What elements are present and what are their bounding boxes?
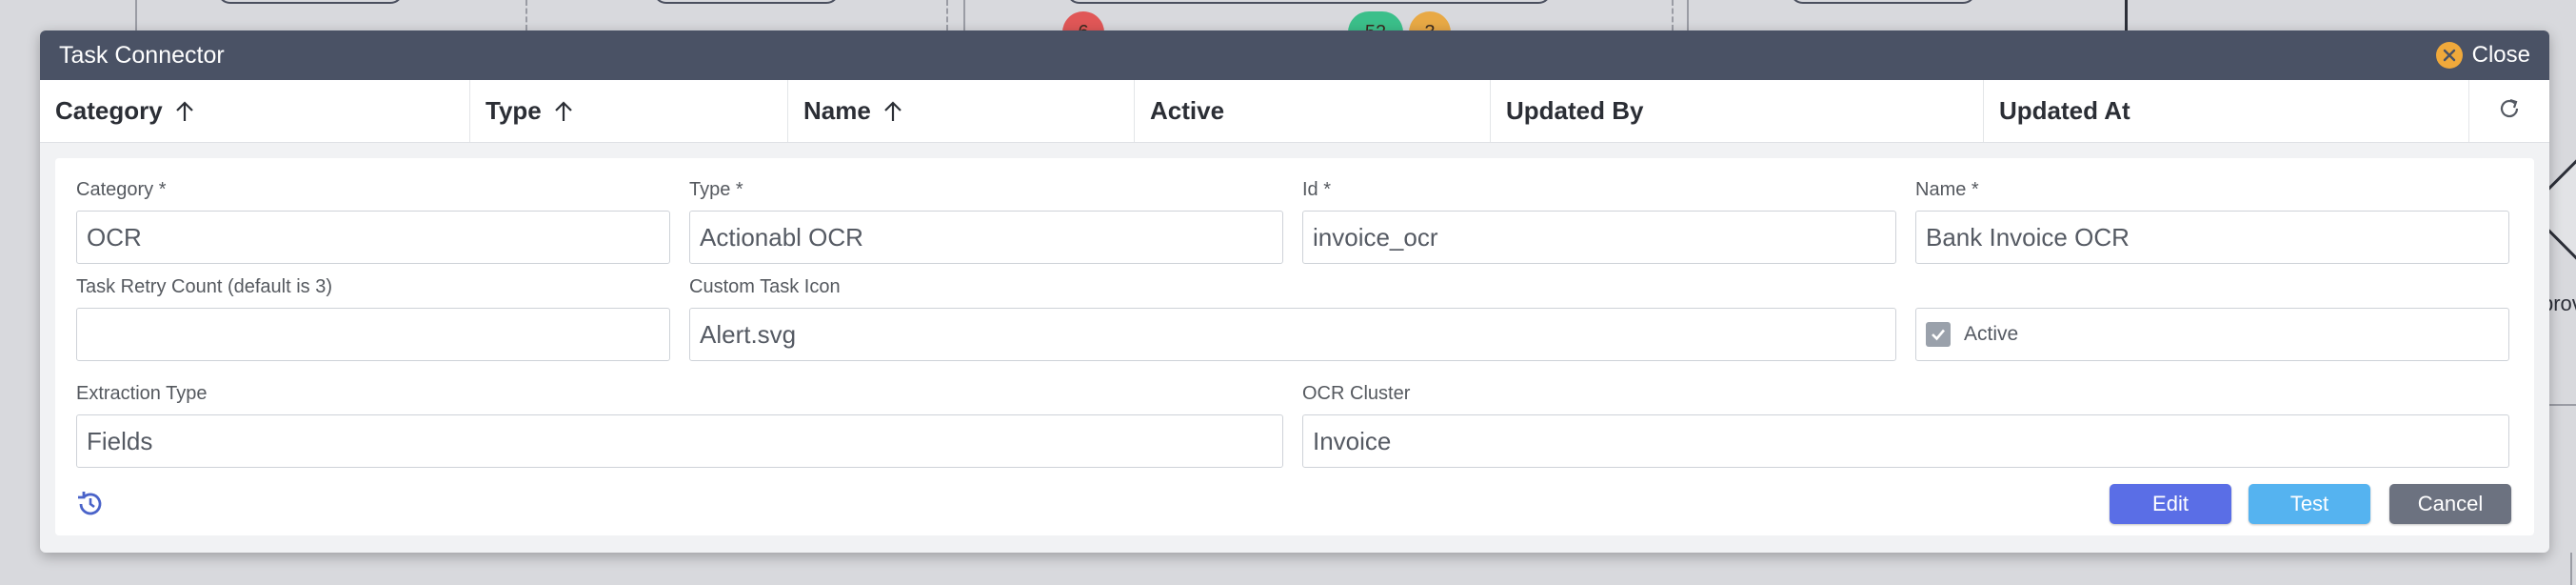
id-field-group: Id * invoice_ocr [1302, 179, 1896, 264]
type-input[interactable]: Actionabl OCR [689, 211, 1283, 264]
column-label: Updated By [1506, 96, 1644, 125]
modal-title: Task Connector [59, 41, 225, 69]
workflow-node[interactable] [217, 0, 404, 4]
name-label: Name * [1915, 179, 1979, 200]
sort-ascending-icon[interactable] [553, 100, 574, 123]
edit-button[interactable]: Edit [2110, 484, 2231, 524]
category-input[interactable]: OCR [76, 211, 670, 264]
name-input[interactable]: Bank Invoice OCR [1915, 211, 2509, 264]
extraction-type-label: Extraction Type [76, 383, 208, 404]
workflow-node[interactable] [1066, 0, 1552, 4]
connector-line [2125, 0, 2128, 30]
connector-line [2570, 553, 2572, 585]
ocr-cluster-label: OCR Cluster [1302, 383, 1411, 404]
custom-icon-label: Custom Task Icon [689, 276, 841, 297]
column-label: Category [55, 96, 163, 125]
close-button[interactable]: Close [2435, 42, 2530, 69]
ocr-cluster-input[interactable]: Invoice [1302, 414, 2509, 468]
connector-line [525, 0, 527, 30]
cancel-button[interactable]: Cancel [2389, 484, 2511, 524]
column-label: Name [803, 96, 871, 125]
modal-header: Task Connector Close [40, 30, 2549, 80]
connector-line [135, 0, 137, 30]
column-label: Active [1150, 96, 1225, 125]
active-checkbox-label: Active [1964, 323, 2019, 345]
connector-line [2549, 404, 2576, 406]
refresh-icon [2497, 96, 2522, 126]
type-field-group: Type * Actionabl OCR [689, 179, 1283, 264]
connector-line [946, 0, 948, 30]
column-label: Updated At [1999, 96, 2130, 125]
active-checkbox[interactable] [1926, 322, 1951, 347]
column-header-type[interactable]: Type [470, 80, 788, 142]
test-button[interactable]: Test [2249, 484, 2370, 524]
extraction-type-input[interactable]: Fields [76, 414, 1283, 468]
type-label: Type * [689, 179, 743, 200]
custom-icon-field-group: Custom Task Icon Alert.svg [689, 276, 1896, 361]
workflow-node[interactable] [1790, 0, 1976, 4]
column-header-updated-by[interactable]: Updated By [1491, 80, 1984, 142]
id-label: Id * [1302, 179, 1332, 200]
connector-line [963, 0, 965, 30]
history-icon[interactable] [74, 488, 107, 525]
retry-count-label: Task Retry Count (default is 3) [76, 276, 332, 297]
close-icon [2435, 42, 2463, 69]
sort-ascending-icon[interactable] [882, 100, 903, 123]
ocr-cluster-field-group: OCR Cluster Invoice [1302, 383, 2509, 468]
active-toggle[interactable]: Active [1915, 308, 2509, 361]
column-label: Type [485, 96, 542, 125]
active-field-group: . Active [1915, 276, 2509, 361]
connector-form: Category * OCR Type * Actionabl OCR Id *… [55, 158, 2534, 535]
column-header-name[interactable]: Name [788, 80, 1135, 142]
retry-count-field-group: Task Retry Count (default is 3) [76, 276, 670, 361]
workflow-node[interactable] [653, 0, 840, 4]
column-header-active[interactable]: Active [1135, 80, 1491, 142]
connector-line [1687, 0, 1689, 30]
category-label: Category * [76, 179, 167, 200]
custom-icon-input[interactable]: Alert.svg [689, 308, 1896, 361]
close-label: Close [2471, 42, 2530, 68]
name-field-group: Name * Bank Invoice OCR [1915, 179, 2509, 264]
column-header-updated-at[interactable]: Updated At [1984, 80, 2469, 142]
task-connector-modal: Task Connector Close Category Type Name [40, 30, 2549, 553]
sort-ascending-icon[interactable] [174, 100, 195, 123]
id-input[interactable]: invoice_ocr [1302, 211, 1896, 264]
extraction-type-field-group: Extraction Type Fields [76, 383, 1283, 468]
connector-line [1672, 0, 1674, 30]
column-header-category[interactable]: Category [40, 80, 470, 142]
grid-header: Category Type Name Active Updated By Upd… [40, 80, 2549, 143]
retry-count-input[interactable] [76, 308, 670, 361]
refresh-button[interactable] [2469, 80, 2549, 142]
category-field-group: Category * OCR [76, 179, 670, 264]
